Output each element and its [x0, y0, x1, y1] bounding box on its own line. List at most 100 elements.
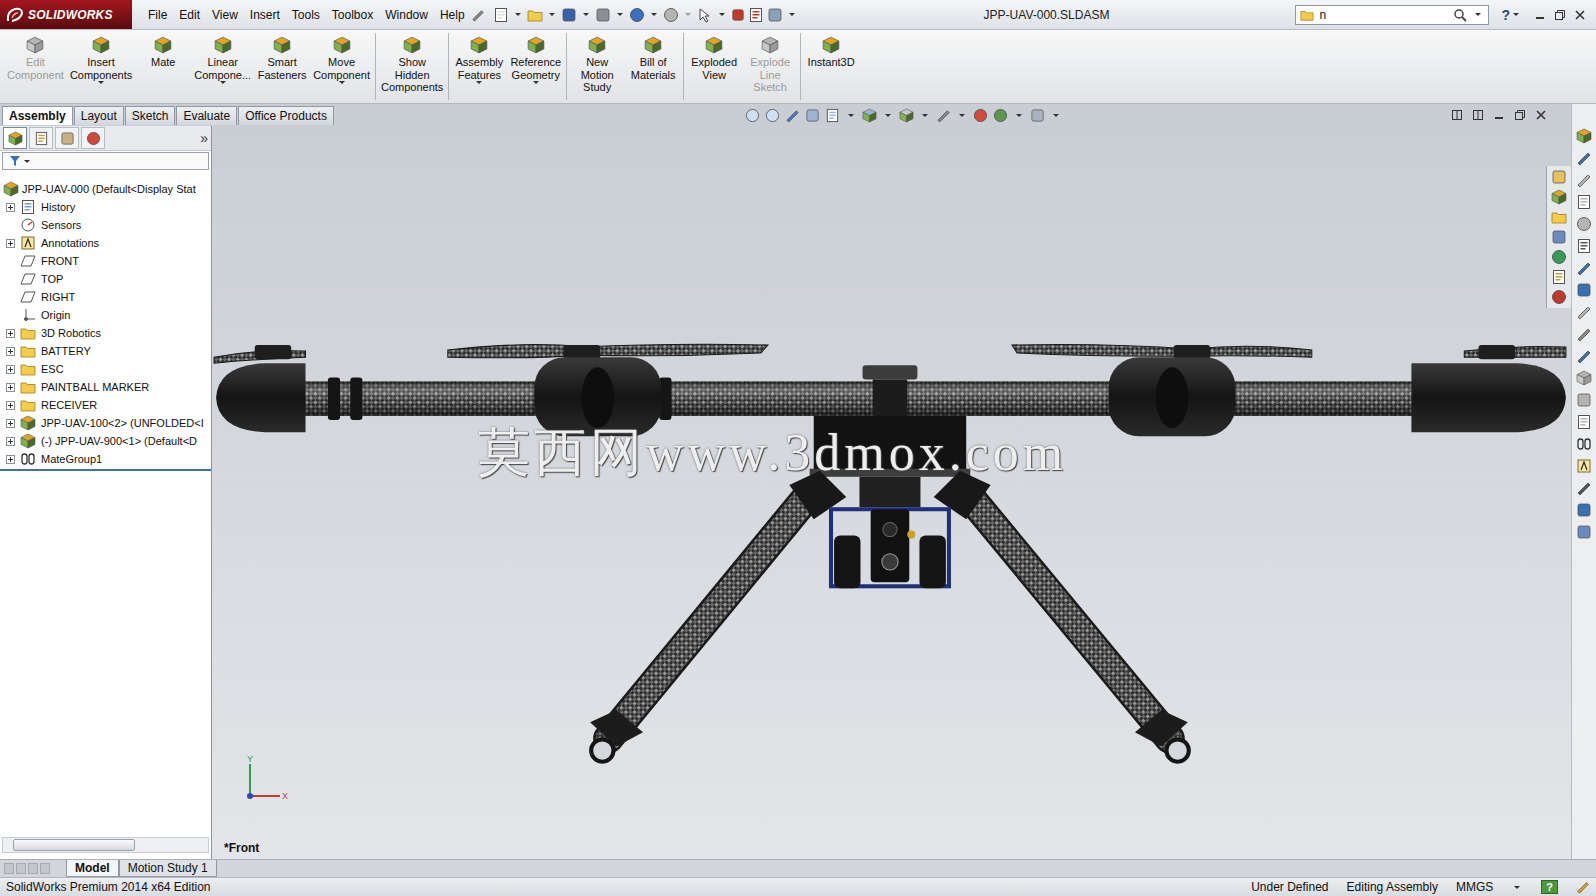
tree-item[interactable]: Origin: [0, 306, 211, 324]
shape-icon[interactable]: [1576, 370, 1592, 386]
command-button[interactable]: Mate: [135, 33, 191, 100]
command-button[interactable]: ReferenceGeometry: [507, 33, 564, 100]
tree-item[interactable]: FRONT: [0, 252, 211, 270]
menu-item[interactable]: View: [206, 8, 244, 22]
dropdown-caret[interactable]: [220, 81, 226, 84]
command-tab[interactable]: Layout: [74, 106, 124, 125]
command-button[interactable]: AssemblyFeatures: [451, 33, 507, 100]
sketch-tool-icon[interactable]: [1576, 150, 1592, 166]
redo-icon[interactable]: [663, 7, 679, 23]
command-icon[interactable]: [822, 36, 840, 54]
dropdown-caret[interactable]: [339, 81, 345, 84]
panel-tab[interactable]: [29, 127, 53, 149]
custom-properties-icon[interactable]: [1551, 269, 1567, 285]
menu-item[interactable]: File: [142, 8, 173, 22]
model-tab[interactable]: Motion Study 1: [119, 860, 217, 877]
view-tool-icon[interactable]: [1576, 128, 1592, 144]
plane-icon[interactable]: [20, 271, 36, 287]
plane-icon[interactable]: [20, 253, 36, 269]
tree-item[interactable]: ESC: [0, 360, 211, 378]
view-orientation-icon[interactable]: [862, 108, 877, 123]
tile-horizontal-icon[interactable]: [1451, 109, 1463, 121]
command-icon[interactable]: [273, 36, 291, 54]
expand-toggle[interactable]: [6, 347, 15, 356]
search-field[interactable]: n: [1295, 5, 1489, 25]
command-icon[interactable]: [333, 36, 351, 54]
panel-more-button[interactable]: »: [200, 130, 208, 146]
save-icon[interactable]: [561, 7, 577, 23]
expand-toggle[interactable]: [6, 239, 15, 248]
menu-item[interactable]: Toolbox: [326, 8, 379, 22]
panel-tab[interactable]: [3, 127, 27, 149]
quick-tips-button[interactable]: ?: [1541, 880, 1558, 894]
dropdown-caret[interactable]: [98, 81, 104, 84]
edit-appearance-icon[interactable]: [973, 108, 988, 123]
sheet-icon[interactable]: [1576, 194, 1592, 210]
measure-icon[interactable]: [1576, 282, 1592, 298]
file-explorer-icon[interactable]: [1551, 209, 1567, 225]
reference-icon[interactable]: [1576, 304, 1592, 320]
drone-model[interactable]: [212, 126, 1571, 859]
command-icon[interactable]: [644, 36, 662, 54]
plane-icon[interactable]: [20, 289, 36, 305]
folder-icon[interactable]: [20, 397, 36, 413]
tile-vertical-icon[interactable]: [1472, 109, 1484, 121]
previous-tab-button[interactable]: [16, 863, 26, 874]
home-icon[interactable]: [1551, 169, 1567, 185]
horizontal-scrollbar[interactable]: [2, 837, 209, 853]
sum-icon[interactable]: [1576, 260, 1592, 276]
filter-field[interactable]: [2, 152, 209, 170]
command-button[interactable]: Instant3D: [803, 33, 859, 100]
check-icon[interactable]: [1576, 348, 1592, 364]
folder-icon[interactable]: [20, 379, 36, 395]
line-icon[interactable]: [1576, 326, 1592, 342]
new-document-icon[interactable]: [493, 7, 509, 23]
panel-tab[interactable]: [81, 127, 105, 149]
expand-toggle[interactable]: [6, 257, 15, 266]
command-button[interactable]: LinearCompone...: [191, 33, 254, 100]
command-icon[interactable]: [92, 36, 110, 54]
zoom-fit-icon[interactable]: [745, 108, 760, 123]
expand-toggle[interactable]: [6, 383, 15, 392]
tree-item[interactable]: JPP-UAV-000 (Default<Display Stat: [0, 180, 211, 198]
tree-item[interactable]: History: [0, 198, 211, 216]
text-icon[interactable]: [1576, 458, 1592, 474]
options-icon[interactable]: [767, 7, 783, 23]
view-palette-icon[interactable]: [1551, 229, 1567, 245]
expand-toggle[interactable]: [6, 437, 15, 446]
command-icon[interactable]: [761, 36, 779, 54]
command-icon[interactable]: [527, 36, 545, 54]
display-manager-icon[interactable]: [86, 131, 101, 146]
clip-icon[interactable]: [1576, 480, 1592, 496]
rotate-icon[interactable]: [1576, 216, 1592, 232]
layer-icon[interactable]: [1576, 392, 1592, 408]
folder-icon[interactable]: [20, 343, 36, 359]
section-view-icon[interactable]: [805, 108, 820, 123]
frame-icon[interactable]: [1576, 414, 1592, 430]
tree-item[interactable]: 3D Robotics: [0, 324, 211, 342]
first-tab-button[interactable]: [4, 863, 14, 874]
appearances-icon[interactable]: [1551, 249, 1567, 265]
restore-icon[interactable]: [1554, 9, 1566, 21]
expand-toggle[interactable]: [6, 311, 15, 320]
expand-toggle[interactable]: [6, 221, 15, 230]
expand-toggle[interactable]: [6, 365, 15, 374]
expand-toggle[interactable]: [6, 203, 15, 212]
view-settings-icon[interactable]: [1030, 108, 1045, 123]
command-button[interactable]: ExplodeLineSketch: [742, 33, 798, 100]
camera-icon[interactable]: [1576, 502, 1592, 518]
viewport-minimize-icon[interactable]: [1493, 109, 1505, 121]
dropdown-caret[interactable]: [476, 81, 482, 84]
expand-toggle[interactable]: [6, 455, 15, 464]
dropdown-caret[interactable]: [533, 81, 539, 84]
tree-item[interactable]: TOP: [0, 270, 211, 288]
magnet-icon[interactable]: [1576, 436, 1592, 452]
expand-toggle[interactable]: [6, 401, 15, 410]
tree-item[interactable]: BATTERY: [0, 342, 211, 360]
menu-item[interactable]: Window: [379, 8, 434, 22]
mates-icon[interactable]: [20, 451, 36, 467]
app-logo[interactable]: SOLIDWORKS: [0, 0, 132, 29]
undo-icon[interactable]: [629, 7, 645, 23]
assembly-icon[interactable]: [3, 181, 19, 197]
sensor-icon[interactable]: [20, 217, 36, 233]
